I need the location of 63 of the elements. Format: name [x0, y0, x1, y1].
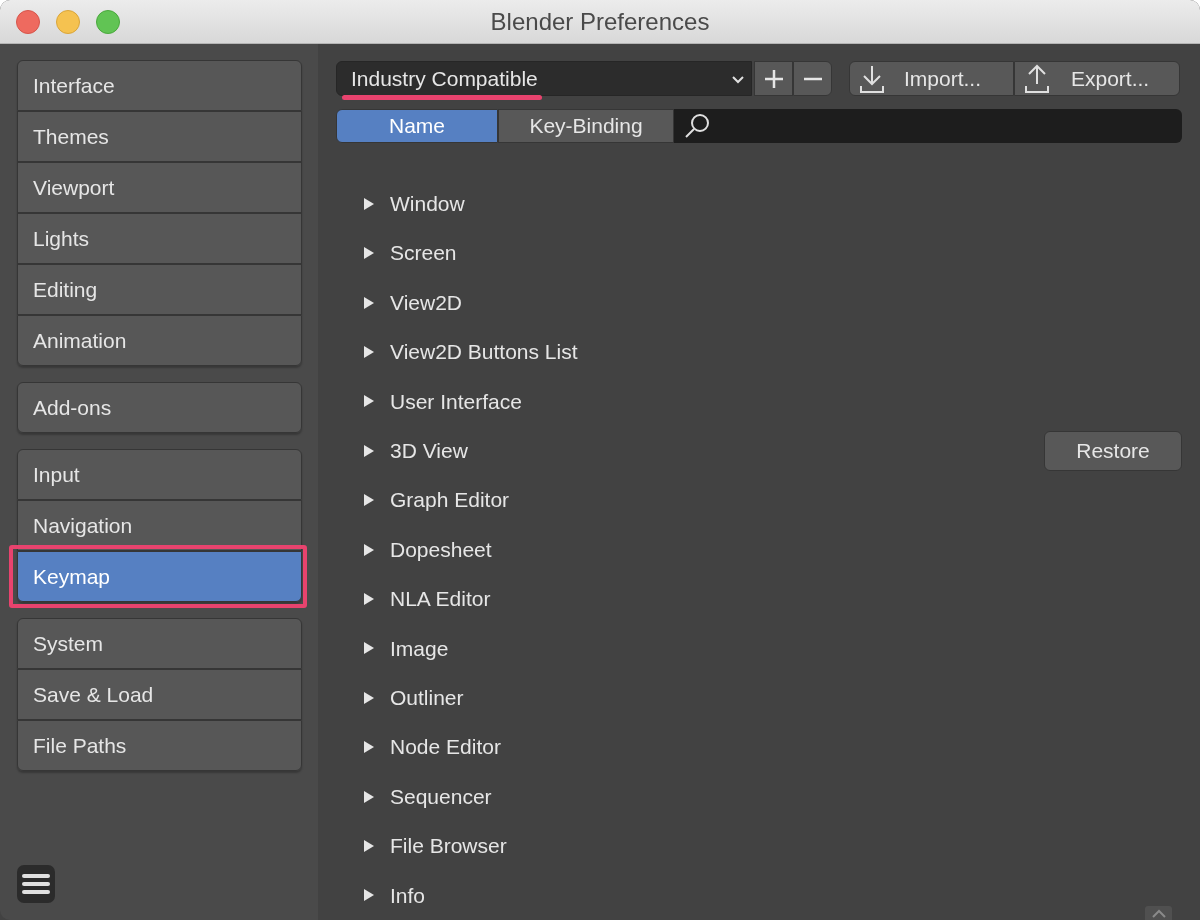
keymap-category[interactable]: Graph Editor [363, 484, 510, 516]
sidebar-item[interactable]: Lights [17, 213, 302, 264]
keymap-category[interactable]: Outliner [363, 682, 464, 714]
collapsed-triangle-icon [363, 691, 375, 704]
sidebar-item[interactable]: Add-ons [17, 382, 302, 433]
keymap-category[interactable]: Info [363, 879, 426, 912]
download-icon [858, 63, 886, 94]
sidebar-item[interactable]: Viewport [17, 162, 302, 213]
collapsed-triangle-icon [363, 296, 375, 309]
sidebar-item[interactable]: File Paths [17, 720, 302, 771]
sidebar-item[interactable]: Input [17, 449, 302, 500]
keymap-category[interactable]: Window [363, 188, 465, 220]
window-title: Blender Preferences [490, 6, 710, 37]
sidebar-item[interactable]: Themes [17, 111, 302, 162]
sidebar-item[interactable]: Navigation [17, 500, 302, 551]
collapsed-triangle-icon [363, 592, 375, 605]
filter-tab[interactable]: Key-Binding [498, 109, 674, 144]
collapsed-triangle-icon [363, 889, 375, 902]
keymap-category[interactable]: Image [363, 632, 449, 665]
filter-tab[interactable]: Name [336, 109, 498, 144]
keymap-category[interactable]: View2D Buttons List [363, 336, 578, 368]
collapsed-triangle-icon [363, 247, 375, 260]
collapsed-triangle-icon [363, 346, 375, 358]
keymap-category[interactable]: Node Editor [363, 731, 501, 763]
keymap-category[interactable]: NLA Editor [363, 583, 491, 615]
close-icon[interactable] [16, 10, 40, 34]
sidebar-item[interactable]: System [17, 618, 302, 669]
keymap-category[interactable]: User Interface [363, 385, 522, 418]
menu-icon[interactable] [17, 865, 55, 903]
keymap-category[interactable]: View2D [363, 286, 462, 319]
keymap-category[interactable]: Dopesheet [363, 533, 492, 566]
preset-dropdown[interactable]: Industry Compatible [336, 61, 752, 97]
collapsed-triangle-icon [363, 642, 375, 655]
sidebar-item[interactable]: Keymap [17, 551, 302, 602]
scroll-up-icon[interactable] [1145, 906, 1172, 920]
import-button[interactable]: Import... [849, 61, 1014, 97]
keymap-category[interactable]: Sequencer [363, 780, 492, 813]
collapsed-triangle-icon [363, 790, 375, 803]
keymap-category[interactable]: File Browser [363, 830, 507, 862]
sidebar-item[interactable]: Editing [17, 264, 302, 315]
collapsed-triangle-icon [363, 197, 375, 210]
remove-button[interactable] [793, 61, 832, 97]
export-button[interactable]: Export... [1014, 61, 1180, 97]
collapsed-triangle-icon [363, 839, 375, 852]
sidebar-item[interactable]: Animation [17, 315, 302, 366]
collapsed-triangle-icon [363, 444, 375, 457]
sidebar-item[interactable]: Save & Load [17, 669, 302, 720]
minimize-icon[interactable] [56, 10, 80, 34]
collapsed-triangle-icon [363, 494, 375, 507]
sidebar-item[interactable]: Interface [17, 60, 302, 111]
keymap-category[interactable]: Screen [363, 237, 457, 269]
minus-icon [802, 76, 823, 81]
collapsed-triangle-icon [363, 543, 375, 556]
keymap-category[interactable]: 3D View [363, 435, 468, 467]
upload-icon [1023, 63, 1051, 94]
collapsed-triangle-icon [363, 741, 375, 754]
search-field[interactable] [674, 109, 1182, 144]
caret-icon [731, 73, 745, 84]
plus-icon [763, 68, 784, 89]
restore-button[interactable]: Restore [1044, 430, 1182, 471]
maximize-icon[interactable] [96, 10, 120, 34]
collapsed-triangle-icon [363, 395, 375, 408]
add-button[interactable] [754, 61, 793, 97]
